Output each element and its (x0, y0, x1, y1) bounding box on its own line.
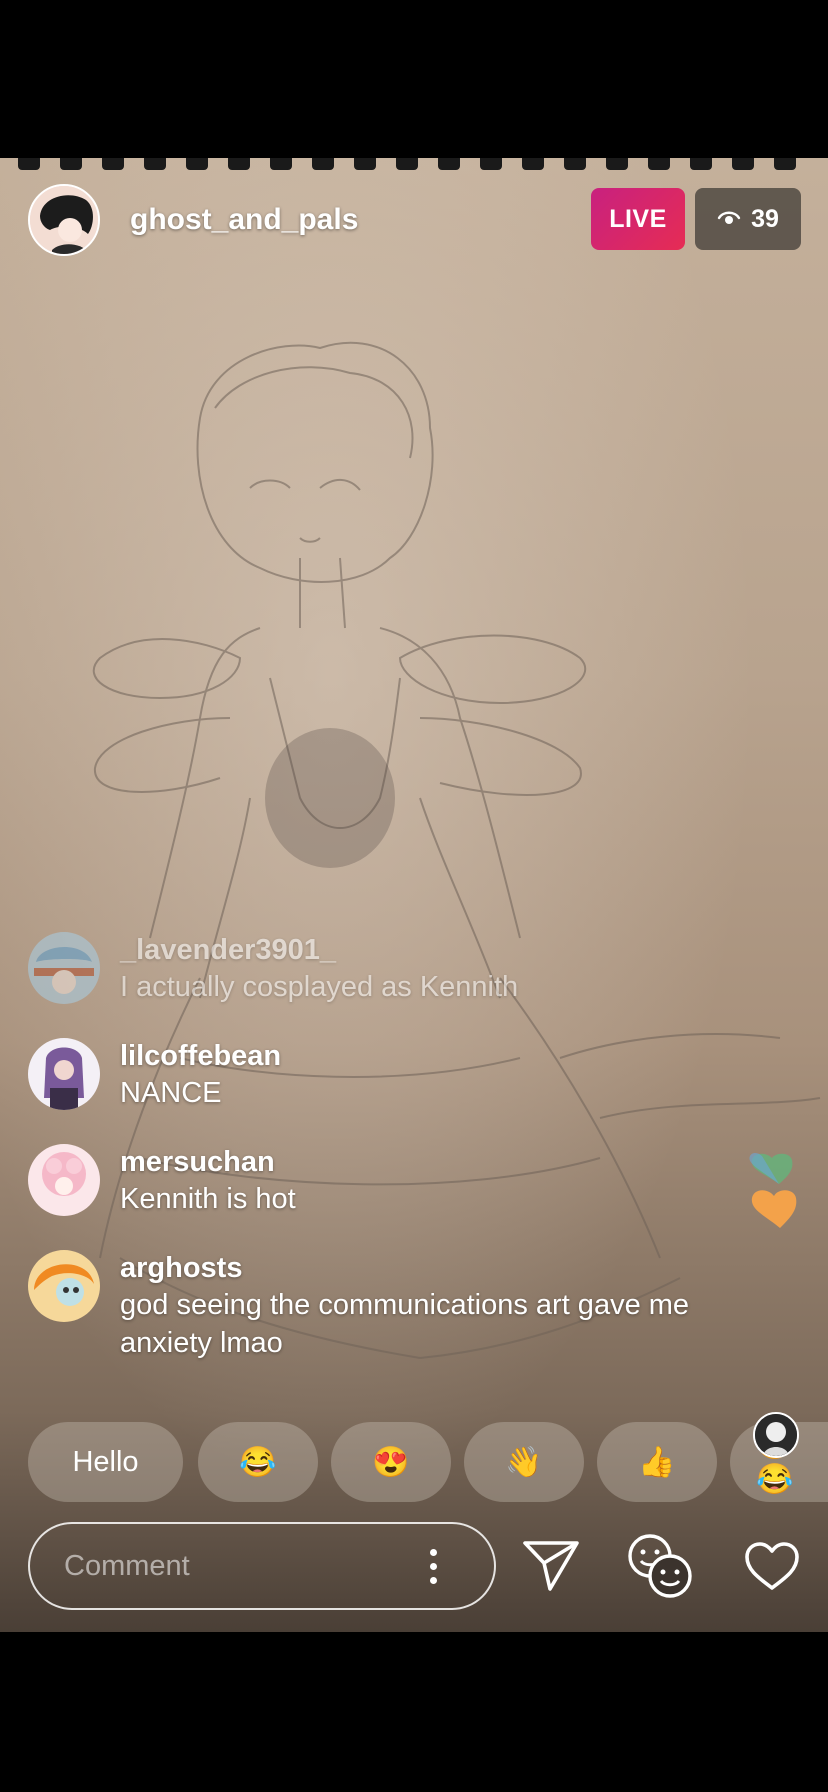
commenter-avatar[interactable] (28, 1250, 100, 1322)
eye-icon (717, 205, 741, 234)
viewer-count: 39 (751, 204, 779, 233)
kebab-menu-icon[interactable] (418, 1541, 448, 1591)
quick-reply-thumbs-up-emoji[interactable]: 👍 (597, 1422, 717, 1502)
comment-username[interactable]: _lavender3901_ (120, 932, 720, 968)
status-bar-area (0, 0, 828, 158)
stream-header: ghost_and_pals (28, 184, 358, 256)
joined-viewer-avatar (753, 1412, 799, 1458)
host-avatar[interactable] (28, 184, 100, 256)
comment-message: Kennith is hot (120, 1183, 296, 1215)
comment-message: I actually cosplayed as Kennith (120, 971, 519, 1003)
quick-reply-laughing-emoji[interactable]: 😂 (198, 1422, 318, 1502)
heart-eyes-emoji: 😍 (372, 1445, 410, 1479)
comment-username[interactable]: mersuchan (120, 1144, 720, 1180)
comment-message: god seeing the communications art gave m… (120, 1289, 690, 1359)
live-badge: LIVE (591, 188, 685, 250)
comment-input[interactable]: Comment (64, 1550, 418, 1583)
comment-item: mersuchan Kennith is hot (28, 1144, 720, 1218)
face-filters-icon[interactable] (624, 1530, 696, 1602)
host-avatar-image (30, 186, 98, 254)
paper-plane-icon[interactable] (515, 1530, 587, 1602)
commenter-avatar[interactable] (28, 1144, 100, 1216)
comment-item: _lavender3901_ I actually cosplayed as K… (28, 932, 720, 1006)
quick-reactions-bar: Hello 😂 😍 👋 👍 😂😂 (28, 1422, 828, 1502)
laughing-emoji: 😂 (239, 1445, 277, 1479)
quick-reply-hello[interactable]: Hello (28, 1422, 183, 1502)
thumbs-up-emoji: 👍 (638, 1445, 676, 1479)
comment-username[interactable]: arghosts (120, 1250, 720, 1286)
comment-message: NANCE (120, 1077, 222, 1109)
host-username[interactable]: ghost_and_pals (130, 203, 358, 237)
comment-item: arghosts god seeing the communications a… (28, 1250, 720, 1362)
floating-hearts (749, 1153, 797, 1228)
quick-reply-heart-eyes-emoji[interactable]: 😍 (331, 1422, 451, 1502)
commenter-avatar[interactable] (28, 1038, 100, 1110)
live-video-feed (0, 158, 828, 1632)
heart-icon (751, 1190, 797, 1228)
comment-username[interactable]: lilcoffebean (120, 1038, 720, 1074)
comment-item: lilcoffebean NANCE (28, 1038, 720, 1112)
viewer-count-badge[interactable]: 39 (695, 188, 801, 250)
comment-composer[interactable]: Comment (28, 1522, 496, 1610)
pencil-sketch-drawing (92, 341, 821, 1359)
commenter-avatar[interactable] (28, 932, 100, 1004)
heart-icon[interactable] (736, 1530, 808, 1602)
navigation-bar-area (0, 1632, 828, 1792)
quick-reply-wave-emoji[interactable]: 👋 (464, 1422, 584, 1502)
wave-emoji: 👋 (505, 1445, 543, 1479)
